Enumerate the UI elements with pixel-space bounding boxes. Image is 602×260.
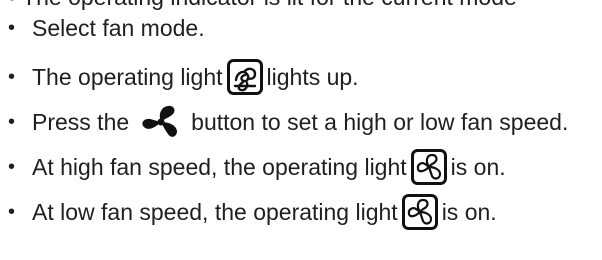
partial-top-line: • The operating indicator is lit for the… [8, 0, 517, 9]
fan-speed-button-icon [142, 105, 178, 137]
list-item-select-fan-mode: • Select fan mode. [8, 14, 205, 42]
item-text-after: is on. [450, 154, 506, 180]
list-item-fan-speed-button: • Press the button to set a high or low … [8, 104, 568, 140]
bullet: • [8, 0, 16, 10]
fan-mode-light-icon [226, 59, 263, 95]
list-item-high-fan-speed: • At high fan speed, the operating light… [8, 149, 506, 185]
item-text: Select fan mode. [32, 15, 205, 41]
item-text-after: lights up. [266, 64, 359, 90]
bullet: • [8, 201, 16, 223]
bullet: • [8, 111, 16, 133]
high-fan-speed-light-icon [410, 149, 447, 185]
item-text-before: The operating light [32, 64, 223, 90]
list-item-operating-light: • The operating light lights up. [8, 59, 359, 95]
item-text-before: Press the [32, 109, 130, 135]
partial-top-text: The operating indicator is lit for the c… [22, 0, 517, 10]
item-text-before: At high fan speed, the operating light [32, 154, 407, 180]
bullet: • [8, 66, 16, 88]
list-item-low-fan-speed: • At low fan speed, the operating light … [8, 194, 497, 230]
instruction-page: • The operating indicator is lit for the… [0, 0, 602, 260]
item-text-before: At low fan speed, the operating light [32, 199, 398, 225]
bullet: • [8, 156, 16, 178]
item-text-after: button to set a high or low fan speed. [191, 109, 569, 135]
low-fan-speed-light-icon [401, 194, 438, 230]
bullet: • [8, 17, 16, 39]
item-text-after: is on. [441, 199, 497, 225]
